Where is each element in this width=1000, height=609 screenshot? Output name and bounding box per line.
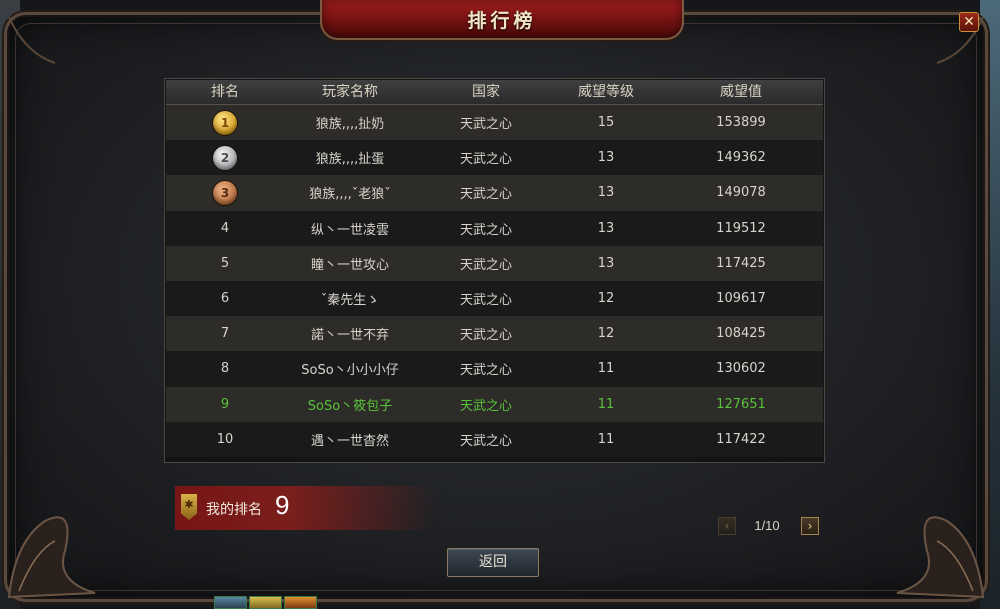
prestige-level-cell: 15 — [597, 115, 615, 131]
prestige-level-cell: 13 — [597, 150, 615, 166]
table-row[interactable]: 2 狼族,,,,扯蛋 天武之心 13 149362 — [166, 140, 823, 176]
prestige-value-cell: 130602 — [716, 361, 766, 377]
country-cell: 天武之心 — [459, 328, 512, 344]
header-prestige-value: 威望值 — [720, 84, 762, 100]
skill-slot[interactable] — [214, 596, 247, 609]
skill-slot[interactable] — [284, 596, 317, 609]
country-cell: 天武之心 — [459, 433, 512, 449]
country-cell: 天武之心 — [459, 363, 512, 379]
country-cell: 天武之心 — [459, 398, 512, 414]
close-button[interactable]: ✕ — [959, 12, 979, 32]
prestige-level-cell: 13 — [597, 185, 615, 201]
player-name-cell: 狼族,,,,扯奶 — [315, 117, 385, 133]
rank-cell: 5 — [220, 255, 230, 271]
player-name-cell: SoSo丶筱包子 — [307, 398, 393, 414]
player-name-cell: ˇ秦先生ゝ — [320, 293, 380, 309]
country-cell: 天武之心 — [459, 222, 512, 238]
rank-cell: 9 — [220, 396, 230, 412]
country-cell: 天武之心 — [459, 257, 512, 273]
next-page-button[interactable]: › — [801, 517, 819, 535]
country-cell: 天武之心 — [459, 187, 512, 203]
player-name-cell: 瞳丶一世攻心 — [310, 257, 389, 273]
player-name-cell: 狼族,,,,扯蛋 — [315, 152, 385, 168]
gold-medal-icon: 1 — [213, 110, 237, 135]
window-title: 排行榜 — [467, 10, 537, 32]
table-row[interactable]: 10 遇丶一世杳然 天武之心 11 117422 — [166, 421, 823, 457]
prestige-level-cell: 11 — [597, 431, 615, 447]
rank-cell: 2 — [166, 145, 284, 170]
ornament-corner-top-left — [8, 16, 56, 64]
country-cell: 天武之心 — [459, 152, 512, 168]
title-plate: 排行榜 — [320, 0, 684, 40]
rank-cell: 7 — [220, 326, 230, 342]
prestige-value-cell: 109617 — [716, 291, 766, 307]
ornament-corner-bottom-right — [896, 516, 985, 599]
header-rank: 排名 — [211, 84, 239, 100]
prestige-level-cell: 13 — [597, 255, 615, 271]
skill-slot[interactable] — [249, 596, 282, 609]
my-rank-value: 9 — [275, 490, 290, 520]
prestige-level-cell: 12 — [597, 291, 615, 307]
prestige-value-cell: 117422 — [716, 431, 766, 447]
rank-cell: 3 — [166, 180, 284, 205]
table-header: 排名 玩家名称 国家 威望等级 威望值 — [166, 80, 823, 105]
close-icon: ✕ — [963, 14, 975, 30]
player-name-cell: 狼族,,,,ˇ老狼ˇ — [309, 187, 391, 203]
prestige-value-cell: 119512 — [716, 220, 766, 236]
rank-cell: 10 — [216, 431, 234, 447]
page-indicator: 1/10 — [754, 518, 780, 533]
prestige-value-cell: 127651 — [716, 396, 766, 412]
rank-cell: 4 — [220, 220, 230, 236]
table-row[interactable]: 9 SoSo丶筱包子 天武之心 11 127651 — [166, 386, 823, 422]
table-row[interactable]: 5 瞳丶一世攻心 天武之心 13 117425 — [166, 245, 823, 281]
header-player-name: 玩家名称 — [322, 84, 378, 100]
table-row[interactable]: 7 諾丶一世不弃 天武之心 12 108425 — [166, 316, 823, 352]
chevron-right-icon: › — [807, 519, 813, 533]
bronze-medal-icon: 3 — [213, 180, 237, 205]
player-name-cell: 諾丶一世不弃 — [310, 328, 389, 344]
player-name-cell: SoSo丶小小小仔 — [301, 363, 399, 379]
prestige-level-cell: 13 — [597, 220, 615, 236]
header-prestige-level: 威望等级 — [578, 84, 634, 100]
rank-cell: 1 — [166, 110, 284, 135]
table-body: 1 狼族,,,,扯奶 天武之心 15 153899 2 狼族,,,,扯蛋 天武之心 13 1493… — [166, 105, 823, 457]
player-name-cell: 纵丶一世凌雲 — [310, 222, 389, 238]
table-row[interactable]: 4 纵丶一世凌雲 天武之心 13 119512 — [166, 210, 823, 246]
back-button[interactable]: 返回 — [447, 548, 539, 577]
table-row[interactable]: 1 狼族,,,,扯奶 天武之心 15 153899 — [166, 105, 823, 141]
prestige-level-cell: 11 — [597, 396, 615, 412]
my-rank-label: 我的排名 — [206, 502, 262, 518]
player-name-cell: 遇丶一世杳然 — [310, 433, 389, 449]
prestige-value-cell: 149362 — [716, 150, 766, 166]
rank-shield-icon: ✱ — [181, 494, 197, 520]
header-country: 国家 — [472, 84, 500, 100]
prestige-value-cell: 149078 — [716, 185, 766, 201]
table-row[interactable]: 8 SoSo丶小小小仔 天武之心 11 130602 — [166, 351, 823, 387]
table-row[interactable]: 6 ˇ秦先生ゝ 天武之心 12 109617 — [166, 280, 823, 317]
prestige-level-cell: 12 — [597, 326, 615, 342]
prestige-level-cell: 11 — [597, 361, 615, 377]
prestige-value-cell: 108425 — [716, 326, 766, 342]
table-row[interactable]: 3 狼族,,,,ˇ老狼ˇ 天武之心 13 149078 — [166, 175, 823, 211]
prestige-value-cell: 153899 — [716, 115, 766, 131]
rank-cell: 6 — [220, 291, 230, 307]
ranking-table: 排名 玩家名称 国家 威望等级 威望值 1 狼族,,,,扯奶 天武之心 15 15389… — [164, 78, 825, 463]
silver-medal-icon: 2 — [213, 145, 237, 170]
chevron-left-icon: ‹ — [724, 519, 730, 533]
country-cell: 天武之心 — [459, 293, 512, 309]
skill-hotbar — [214, 596, 317, 609]
my-rank-bar: ✱ 我的排名 9 — [175, 486, 435, 530]
prev-page-button[interactable]: ‹ — [718, 517, 736, 535]
rank-cell: 8 — [220, 361, 230, 377]
country-cell: 天武之心 — [459, 117, 512, 133]
ornament-corner-bottom-left — [7, 516, 96, 599]
prestige-value-cell: 117425 — [716, 255, 766, 271]
